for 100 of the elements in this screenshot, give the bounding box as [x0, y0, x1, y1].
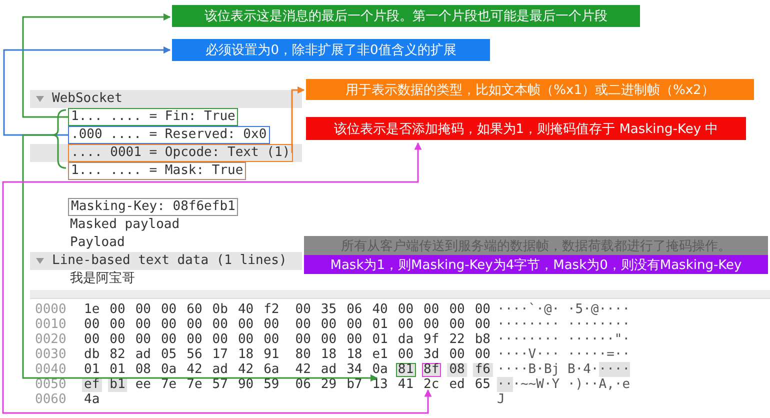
hex-byte[interactable]: 00 [133, 302, 153, 316]
hex-byte[interactable]: 1e [82, 302, 102, 316]
hex-byte[interactable]: 01 [82, 362, 102, 376]
tree-item[interactable]: Masking-Key: 08f6efb1 [68, 198, 238, 216]
hex-byte[interactable]: 00 [184, 332, 204, 346]
tree-item[interactable]: 1... .... = Fin: True [68, 108, 238, 126]
hex-byte[interactable]: da [396, 332, 416, 346]
hex-byte[interactable]: 8f [422, 362, 442, 376]
hex-byte[interactable]: 00 [293, 318, 313, 332]
hex-byte[interactable]: 00 [133, 332, 153, 346]
hex-byte[interactable]: 57 [210, 378, 230, 392]
hex-byte[interactable]: ad [318, 362, 339, 376]
hex-byte[interactable]: 00 [447, 302, 467, 316]
hex-byte[interactable]: 00 [236, 332, 256, 346]
hex-byte[interactable]: 0a [158, 362, 179, 376]
hex-byte[interactable]: 34 [344, 362, 364, 376]
hex-byte[interactable]: 00 [262, 332, 282, 346]
hex-byte[interactable]: ed [447, 378, 467, 392]
hex-byte[interactable]: 06 [344, 302, 364, 316]
hex-byte[interactable]: 65 [472, 378, 492, 392]
hex-byte[interactable]: 40 [370, 302, 390, 316]
hex-byte[interactable]: 42 [236, 362, 256, 376]
tree-item[interactable]: .000 .... = Reserved: 0x0 [68, 126, 270, 144]
tree-row[interactable]: WebSocket [30, 90, 302, 108]
hex-byte[interactable]: 00 [318, 318, 339, 332]
hex-byte[interactable]: 00 [422, 302, 442, 316]
hex-byte[interactable]: 01 [370, 332, 390, 346]
hex-byte[interactable]: 00 [396, 318, 416, 332]
hex-byte[interactable]: 00 [158, 302, 179, 316]
hex-byte[interactable]: 90 [236, 378, 256, 392]
hex-byte[interactable]: 00 [344, 318, 364, 332]
hex-byte[interactable]: 00 [133, 318, 153, 332]
hex-byte[interactable]: 6a [262, 362, 282, 376]
hex-byte[interactable]: 18 [236, 348, 256, 362]
expand-triangle-icon[interactable] [36, 95, 44, 103]
hex-byte[interactable]: 00 [210, 332, 230, 346]
hex-byte[interactable]: db [82, 348, 102, 362]
hex-byte[interactable]: 00 [318, 332, 339, 346]
hex-byte[interactable]: 13 [370, 378, 390, 392]
hex-byte[interactable]: 22 [447, 332, 467, 346]
hex-byte[interactable]: 0b [210, 302, 230, 316]
hex-byte[interactable]: 59 [262, 378, 282, 392]
hex-byte[interactable]: 9f [422, 332, 442, 346]
hex-byte[interactable]: 7e [158, 378, 179, 392]
tree-item[interactable]: 我是阿宝哥 [68, 271, 137, 287]
tree-item[interactable]: Masked payload [68, 217, 182, 233]
hex-byte[interactable]: 7e [184, 378, 204, 392]
hex-byte[interactable]: ee [133, 378, 153, 392]
hex-byte[interactable]: 00 [210, 318, 230, 332]
hex-byte[interactable]: 91 [262, 348, 282, 362]
hex-byte[interactable]: 29 [318, 378, 339, 392]
hex-byte[interactable]: 00 [293, 302, 313, 316]
hex-byte[interactable]: 01 [108, 362, 128, 376]
hex-byte[interactable]: 42 [184, 362, 204, 376]
hex-byte[interactable]: 00 [262, 318, 282, 332]
hex-byte[interactable]: 00 [344, 332, 364, 346]
hex-byte[interactable]: 00 [82, 318, 102, 332]
hex-byte[interactable]: 82 [108, 348, 128, 362]
hex-byte[interactable]: 00 [82, 332, 102, 346]
hex-byte[interactable]: 01 [370, 318, 390, 332]
hex-byte[interactable]: 00 [396, 348, 416, 362]
hex-byte[interactable]: 00 [293, 332, 313, 346]
hex-byte[interactable]: 00 [158, 318, 179, 332]
tree-item[interactable]: Payload [68, 235, 127, 251]
hex-byte[interactable]: 00 [472, 302, 492, 316]
hex-byte[interactable]: 35 [318, 302, 339, 316]
hex-byte[interactable]: 08 [133, 362, 153, 376]
hex-byte[interactable]: 00 [108, 302, 128, 316]
hex-byte[interactable]: b8 [472, 332, 492, 346]
hex-byte[interactable]: 00 [472, 348, 492, 362]
hex-byte[interactable]: 17 [210, 348, 230, 362]
hex-byte[interactable]: 60 [184, 302, 204, 316]
hex-byte[interactable]: 00 [108, 318, 128, 332]
hex-byte[interactable]: 80 [293, 348, 313, 362]
hex-byte[interactable]: ad [133, 348, 153, 362]
hex-byte[interactable]: 00 [396, 302, 416, 316]
hex-byte[interactable]: 40 [236, 302, 256, 316]
hex-byte[interactable]: 05 [158, 348, 179, 362]
hex-byte[interactable]: 4a [82, 392, 103, 406]
hex-byte[interactable]: ad [210, 362, 230, 376]
hex-byte[interactable]: 06 [293, 378, 313, 392]
hex-byte[interactable]: 08 [447, 362, 467, 376]
hex-byte[interactable]: 41 [396, 378, 416, 392]
hex-byte[interactable]: e1 [370, 348, 390, 362]
hex-byte[interactable]: 56 [184, 348, 204, 362]
hex-byte[interactable]: 18 [344, 348, 364, 362]
hex-byte[interactable]: 00 [158, 332, 179, 346]
hex-byte[interactable]: 00 [422, 318, 442, 332]
hex-byte[interactable]: f2 [262, 302, 282, 316]
hex-byte[interactable]: 00 [447, 318, 467, 332]
hex-byte[interactable]: 2c [422, 378, 442, 392]
tree-item[interactable]: .... 0001 = Opcode: Text (1) [68, 144, 294, 162]
hex-byte[interactable]: 00 [108, 332, 128, 346]
hex-byte[interactable]: 3d [422, 348, 442, 362]
tree-row[interactable]: Line-based text data (1 lines) [30, 252, 302, 270]
hex-byte[interactable]: 00 [472, 318, 492, 332]
hex-byte[interactable]: 00 [447, 348, 467, 362]
hex-byte[interactable]: 0a [370, 362, 390, 376]
hex-byte[interactable]: f6 [472, 362, 492, 376]
hex-byte[interactable]: 00 [236, 318, 256, 332]
